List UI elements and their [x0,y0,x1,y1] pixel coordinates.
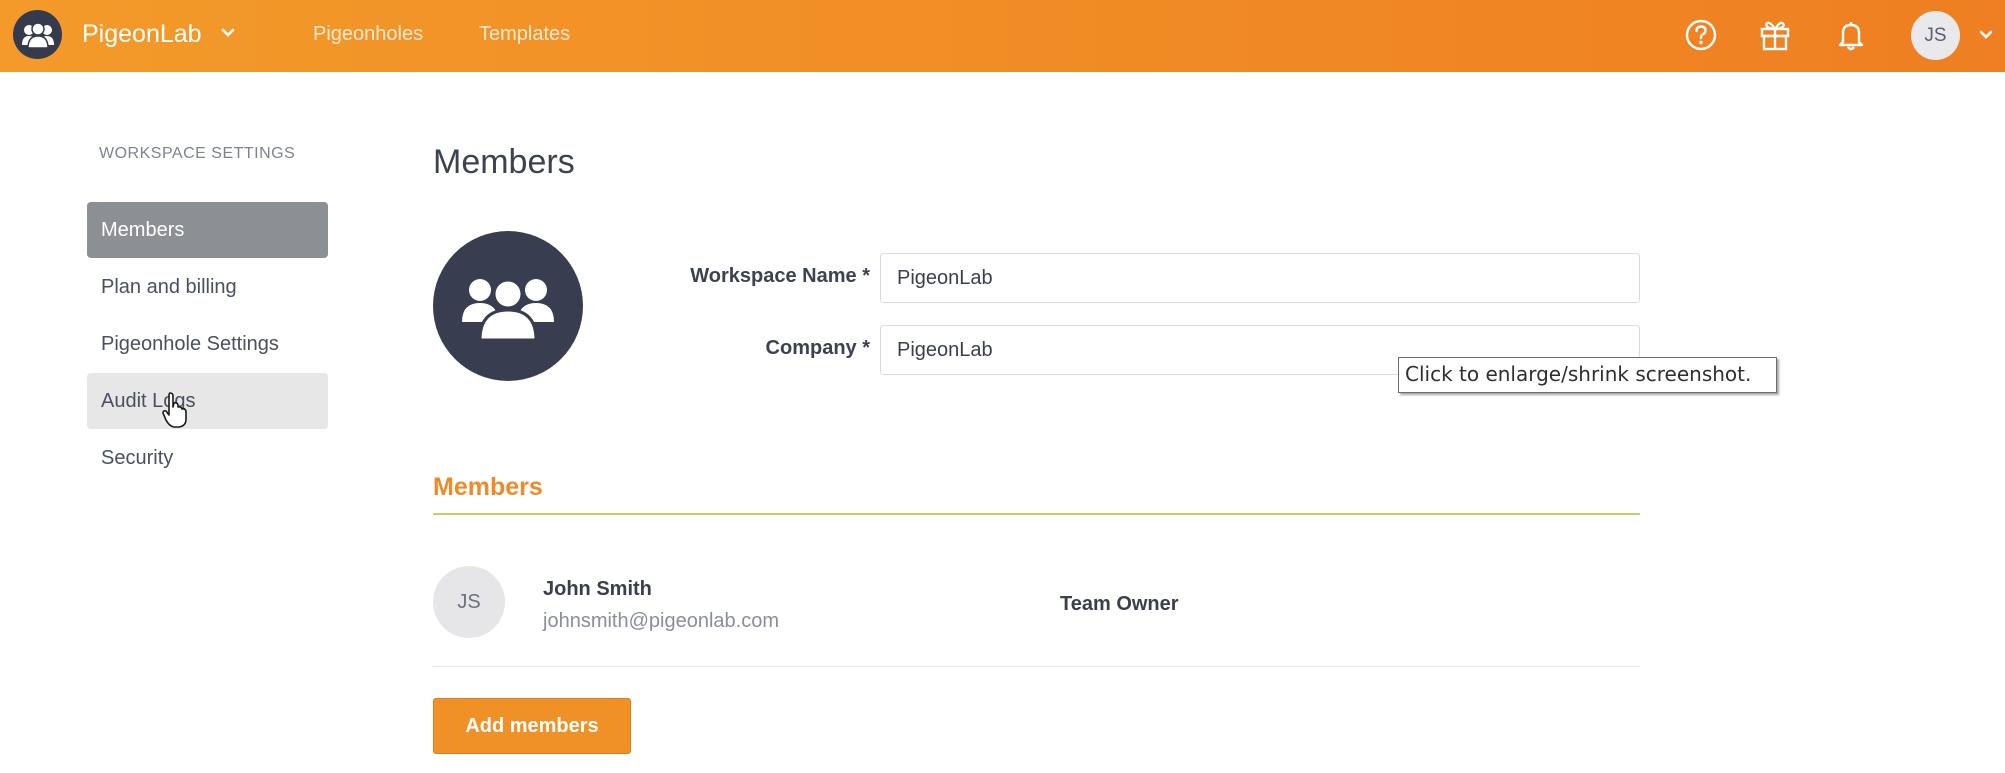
chevron-down-icon[interactable] [220,25,236,41]
add-members-button[interactable]: Add members [433,698,631,754]
gift-icon[interactable] [1757,17,1793,53]
help-icon[interactable] [1683,17,1719,53]
sidebar-item-audit-logs[interactable]: Audit Logs [87,373,328,429]
chevron-down-icon[interactable] [1978,27,1994,43]
member-email: johnsmith@pigeonlab.com [543,610,779,632]
top-navigation-bar: PigeonLab Pigeonholes Templates JS [0,0,2005,72]
sidebar-heading: WORKSPACE SETTINGS [99,145,296,162]
nav-link-pigeonholes[interactable]: Pigeonholes [313,23,423,46]
section-divider [433,513,1640,515]
workspace-logo-icon[interactable] [13,10,62,59]
company-label: Company * [765,337,870,359]
sidebar-item-plan-and-billing[interactable]: Plan and billing [87,259,328,315]
member-role: Team Owner [1060,593,1179,615]
sidebar-item-security[interactable]: Security [87,430,328,486]
hand-cursor-icon [162,392,187,428]
sidebar-item-pigeonhole-settings[interactable]: Pigeonhole Settings [87,316,328,372]
workspace-name-input[interactable] [880,253,1640,303]
user-avatar[interactable]: JS [1911,11,1960,60]
member-avatar: JS [433,566,505,638]
workspace-avatar[interactable] [433,231,583,381]
brand-name[interactable]: PigeonLab [82,20,202,49]
page-title: Members [433,143,575,181]
bell-icon[interactable] [1833,17,1869,53]
users-group-icon [462,278,554,342]
workspace-name-label: Workspace Name * [690,265,870,287]
member-name: John Smith [543,578,652,600]
members-section-title: Members [433,473,543,501]
sidebar-item-members[interactable]: Members [87,202,328,258]
nav-link-templates[interactable]: Templates [479,23,570,46]
tooltip: Click to enlarge/shrink screenshot. [1398,357,1777,393]
row-divider [433,666,1640,667]
